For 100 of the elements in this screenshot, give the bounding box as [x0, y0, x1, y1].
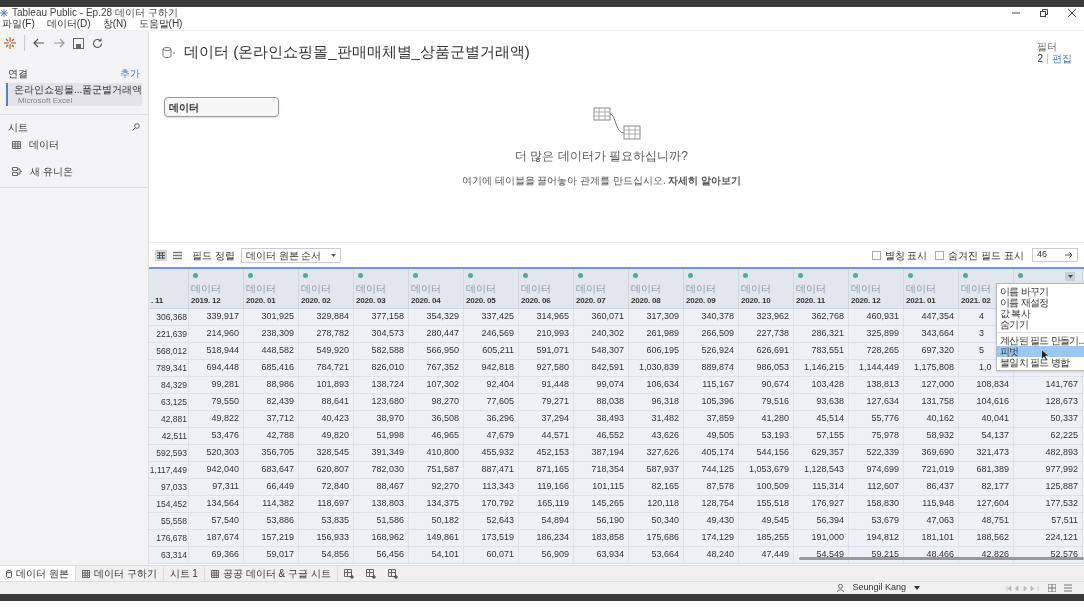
column-header-cell[interactable]: 데이터 2020. 03 [354, 269, 409, 308]
list-view-icon[interactable] [173, 250, 182, 260]
arrow-icon[interactable] [1065, 252, 1073, 258]
caret-icon[interactable] [914, 586, 920, 590]
table-cell: 728,265 [866, 344, 899, 358]
scrollbar-thumb[interactable] [799, 557, 1084, 560]
table-cell: 82,439 [266, 395, 294, 409]
column-header[interactable]: 2020. 02 [301, 295, 331, 306]
database-icon[interactable] [162, 46, 176, 58]
sort-dropdown[interactable]: 데이터 원본 순서 [240, 247, 341, 263]
column-header[interactable]: 2020. 08 [631, 295, 661, 306]
column-header[interactable]: 2020. 01 [246, 295, 276, 306]
menu-item[interactable]: 도움말(H) [138, 19, 183, 29]
table-cell: 57,511 [1051, 514, 1078, 528]
menu-item[interactable]: 창(N) [102, 19, 127, 29]
add-link[interactable]: 추가 [120, 65, 140, 81]
column-header[interactable]: 2020. 10 [741, 295, 771, 306]
number-field-icon [358, 273, 363, 278]
back-icon[interactable] [33, 38, 45, 48]
row-count-field[interactable]: 46 [1032, 248, 1078, 262]
table-cell: 90,674 [761, 378, 789, 392]
column-header[interactable]: 2020. 04 [411, 295, 441, 306]
table-card[interactable]: 데이터 [164, 97, 279, 117]
table-cell: 38,970 [376, 412, 404, 426]
column-header[interactable]: 2019. 12 [191, 295, 221, 306]
column-header[interactable]: 2020. 12 [851, 295, 881, 306]
table-cell: 107,302 [426, 378, 459, 392]
table-cell: 97,033 [161, 480, 187, 494]
table-cell: 123,680 [371, 395, 404, 409]
menu-item[interactable]: 파일(F) [2, 19, 35, 29]
edit-filters-link[interactable]: 편집 [1052, 53, 1072, 65]
table-cell: 549,920 [316, 344, 349, 358]
caret-icon[interactable] [330, 253, 336, 257]
table-cell: 59,017 [266, 548, 294, 562]
column-header-cell[interactable]: 데이터 2020. 11 [794, 269, 849, 308]
refresh-icon[interactable] [92, 37, 103, 49]
menu-item[interactable]: 불일치 필드 병합 [997, 357, 1084, 368]
new-story-icon[interactable] [387, 568, 398, 579]
column-header[interactable]: 2021. 02 [961, 295, 991, 306]
table-cell: 69,366 [211, 548, 239, 562]
column-header[interactable]: 2021. 01 [906, 295, 936, 306]
column-header-cell[interactable]: 데이터 2020. 04 [409, 269, 464, 308]
column-header[interactable]: 2020. 05 [466, 295, 496, 306]
table-cell: 99,281 [211, 378, 239, 392]
column-header[interactable]: 2020. 03 [356, 295, 386, 306]
column-header-cell[interactable]: 데이터 2020. 10 [739, 269, 794, 308]
column-header-cell[interactable]: 데이터 2020. 07 [574, 269, 629, 308]
table-cell: 221,639 [156, 327, 187, 341]
connection-item[interactable]: 온라인쇼핑몰...품군별거래액 Microsoft Excel [6, 83, 142, 106]
sheet-tab[interactable]: 데이터 원본 [0, 566, 76, 581]
table-cell: 115,948 [922, 497, 954, 511]
user-name[interactable]: Seungil Kang [852, 581, 906, 595]
column-header[interactable]: 2020. 06 [521, 295, 551, 306]
table-cell: 339,917 [206, 310, 239, 324]
column-menu-button[interactable] [1065, 272, 1075, 281]
new-dashboard-icon[interactable] [365, 568, 376, 579]
column-header-cell[interactable]: 데이터 2020. 08 [629, 269, 684, 308]
forward-icon[interactable] [53, 38, 65, 48]
column-header-cell[interactable]: 데이터 2020. 02 [299, 269, 354, 308]
table-cell: 114,382 [262, 497, 294, 511]
table-cell: 304,573 [371, 327, 404, 341]
grid-view-icon[interactable] [155, 249, 167, 261]
new-worksheet-icon[interactable] [343, 568, 354, 579]
column-header-cell[interactable]: 데이터 2020. 06 [519, 269, 574, 308]
menu-item[interactable]: 데이터(D) [46, 19, 91, 29]
column-header-cell[interactable]: 데이터 2021. 01 [904, 269, 959, 308]
menu-item[interactable]: 계산된 필드 만들기... [997, 335, 1084, 346]
table-cell: 54,101 [431, 548, 459, 562]
column-header-cell[interactable]: 데이터 2020. 09 [684, 269, 739, 308]
table-cell: 520,303 [206, 446, 239, 460]
checkbox[interactable] [935, 250, 945, 260]
column-header-cell[interactable]: 데이터 2020. 12 [849, 269, 904, 308]
column-header-cell[interactable]: 데이터 2019. 12 [189, 269, 244, 308]
table-cell: 56,456 [376, 548, 404, 562]
column-header-cell[interactable]: 데이터 2020. 01 [244, 269, 299, 308]
data-source-title[interactable]: 데이터 (온라인쇼핑몰_판매매체별_상품군별거래액) [184, 41, 530, 64]
new-union-item[interactable]: 새 유니온 [30, 164, 73, 179]
number-field-icon [303, 273, 308, 278]
table-cell: 128,673 [1045, 395, 1078, 409]
table-cell: 278,782 [316, 327, 349, 341]
app-logo-icon[interactable] [4, 37, 16, 49]
menu-item[interactable]: 숨기기 [997, 319, 1084, 330]
column-header[interactable]: . 11 [151, 295, 164, 306]
number-field-icon [523, 273, 528, 278]
column-header-cell[interactable]: 데이터 2020. 05 [464, 269, 519, 308]
window-title: Tableau Public - Ep.28 데이터 구하기 [12, 7, 178, 18]
sheet-item[interactable]: 데이터 [29, 137, 59, 152]
close-icon[interactable] [1068, 8, 1076, 17]
column-header[interactable]: 2020. 11 [796, 295, 826, 306]
table-cell: 591,071 [536, 344, 569, 358]
checkbox[interactable] [871, 250, 881, 260]
search-icon[interactable] [132, 123, 140, 131]
menu-item[interactable]: 값 복사 [997, 308, 1084, 319]
connection-type: Microsoft Excel [17, 96, 74, 105]
restore-icon[interactable] [1040, 8, 1048, 17]
column-header[interactable]: 2020. 07 [576, 295, 606, 306]
column-header[interactable]: 2020. 09 [686, 295, 716, 306]
save-icon[interactable] [73, 37, 84, 49]
caret-icon[interactable] [1067, 275, 1073, 278]
table-cell: 246,569 [481, 327, 514, 341]
